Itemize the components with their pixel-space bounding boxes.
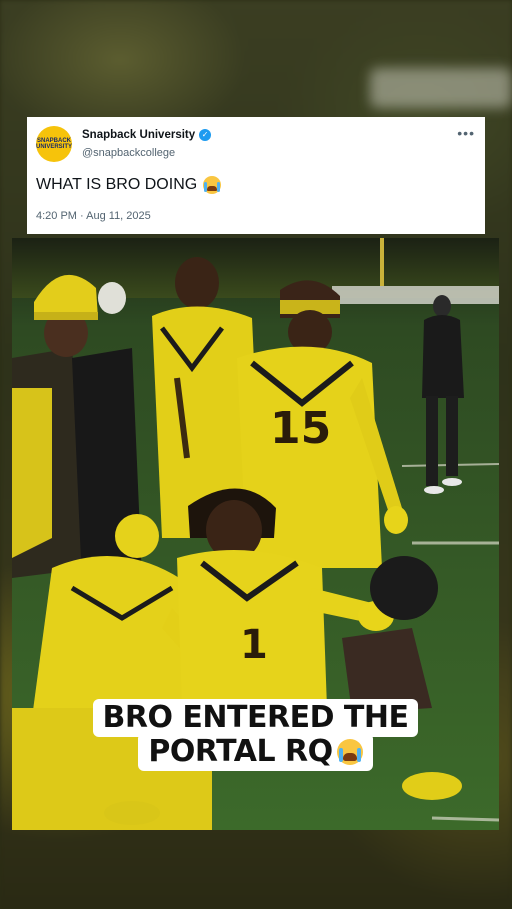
tweet-timestamp[interactable]: 4:20 PM · Aug 11, 2025 (36, 210, 151, 222)
avatar[interactable]: SNAPBACK UNIVERSITY (36, 126, 72, 162)
video-frame[interactable]: 15 1 BRO ENTERED THE PORTAL RQ (12, 238, 499, 830)
avatar-logo-text: SNAPBACK UNIVERSITY (36, 138, 72, 150)
more-options-icon[interactable]: ••• (457, 125, 475, 141)
blurred-background-highlight (370, 68, 512, 108)
account-name[interactable]: Snapback University (82, 129, 195, 141)
tweet-text-row: WHAT IS BRO DOING (36, 176, 222, 194)
caption-line-1: BRO ENTERED THE (92, 699, 419, 737)
account-name-row: Snapback University ✓ (82, 129, 212, 141)
tweet-text: WHAT IS BRO DOING (36, 176, 198, 193)
svg-text:1: 1 (240, 622, 268, 668)
sideline-banner (332, 286, 499, 304)
cleat (402, 772, 462, 800)
yard-line (431, 816, 499, 822)
goalpost (380, 238, 384, 286)
jersey-number: 15 (270, 403, 331, 454)
account-handle[interactable]: @snapbackcollege (82, 147, 175, 159)
loudly-crying-face-icon (203, 176, 222, 194)
player-jersey-left-edge (12, 388, 52, 558)
verified-badge-icon: ✓ (199, 129, 212, 141)
loudly-crying-face-icon (336, 739, 363, 765)
caption-line-2: PORTAL RQ (148, 734, 333, 769)
cleat (104, 801, 160, 825)
tweet-card[interactable]: SNAPBACK UNIVERSITY Snapback University … (27, 117, 485, 234)
video-caption: BRO ENTERED THE PORTAL RQ (12, 699, 499, 771)
caption-line-2-box: PORTAL RQ (138, 733, 373, 771)
